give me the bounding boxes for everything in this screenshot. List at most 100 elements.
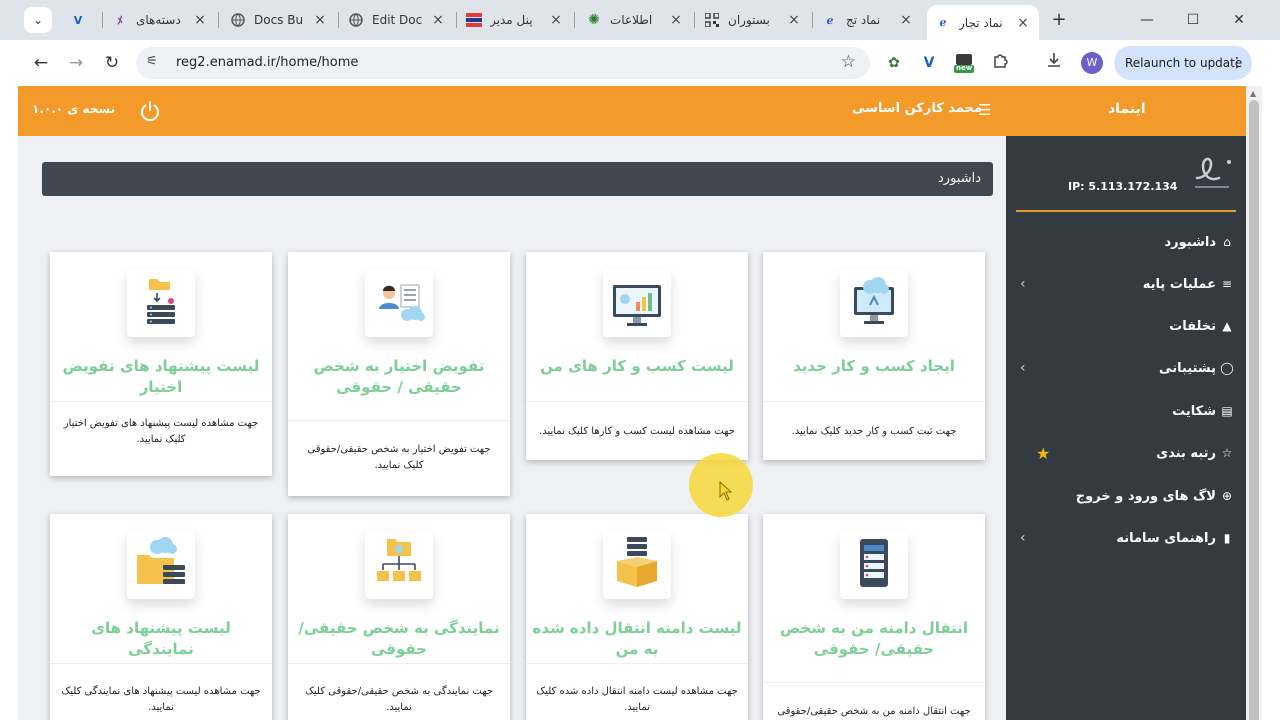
card-title[interactable]: نمایندگی به شخص حقیقی/حقوقی: [294, 618, 504, 660]
card-representation-offers[interactable]: لیست پیشنهاد های نمایندگی جهت مشاهده لیس…: [50, 514, 272, 720]
stack-icon: [466, 12, 482, 28]
close-tab-icon[interactable]: ×: [668, 12, 684, 28]
extension-icon[interactable]: ✿: [883, 52, 905, 74]
browser-tab[interactable]: Edit Doc ×: [340, 5, 454, 35]
close-tab-icon[interactable]: ×: [786, 12, 802, 28]
new-extension-icon[interactable]: new: [953, 52, 975, 74]
tab-search-button[interactable]: ⌄: [24, 7, 52, 33]
server-list-icon: [840, 531, 908, 599]
sidebar-item-login-logs[interactable]: ⊕ لاگ های ورود و خروج: [1006, 482, 1246, 512]
browser-tab[interactable]: V: [62, 5, 102, 35]
card-delegation-offers[interactable]: لیست پیشنهاد های تفویض اختیار جهت مشاهده…: [50, 252, 272, 476]
browser-tab[interactable]: ✺ اطلاعات ×: [578, 5, 692, 35]
extensions-puzzle-icon[interactable]: [990, 52, 1012, 74]
card-title[interactable]: لیست پیشنهاد های نمایندگی: [56, 618, 266, 660]
tab-title: نماد تجار: [959, 15, 1003, 30]
card-create-business[interactable]: ایجاد کسب و کار جدید جهت ثبت کسب و کار ج…: [763, 252, 985, 460]
star-outline-icon: ☆: [1221, 446, 1233, 460]
close-tab-icon[interactable]: ×: [898, 12, 914, 28]
tab-title: دسته‌های: [136, 13, 181, 27]
scrollbar-thumb[interactable]: [1249, 100, 1259, 720]
box-server-icon: [603, 531, 671, 599]
card-description: جهت ثبت کسب و کار جدید کلیک نمایید.: [791, 426, 957, 437]
enamad-logo: [1195, 157, 1231, 188]
card-description: جهت مشاهده لیست پیشنهاد های تفویض اختیار…: [63, 418, 259, 445]
close-tab-icon[interactable]: ×: [192, 12, 208, 28]
browser-tab-active[interactable]: ℯ نماد تجار ×: [927, 5, 1039, 40]
card-description: جهت تفویض اختیار به شخص حقیقی/حقوقی کلیک…: [307, 444, 491, 471]
sidebar-item-label: رتبه بندی: [1156, 446, 1216, 461]
address-bar[interactable]: ⚟ reg2.enamad.ir/home/home ☆: [136, 47, 870, 79]
card-transferred-domains[interactable]: لیست دامنه انتقال داده شده به من جهت مشا…: [526, 514, 748, 720]
relaunch-button[interactable]: Relaunch to update ⋮: [1114, 46, 1252, 80]
site-info-icon[interactable]: ⚟: [146, 54, 158, 69]
card-description: جهت انتقال دامنه من به شخص حقیقی/حقوقی ک…: [777, 706, 971, 717]
brand-title[interactable]: اینماد: [1108, 101, 1146, 117]
sidebar-item-system-guide[interactable]: ‹ ▮ راهنمای سامانه: [1006, 524, 1246, 554]
card-title[interactable]: لیست دامنه انتقال داده شده به من: [532, 618, 742, 660]
bookmark-star-icon[interactable]: ☆: [841, 52, 856, 72]
back-button[interactable]: ←: [29, 51, 53, 75]
browser-tab[interactable]: ﾒ دسته‌های ×: [104, 5, 216, 35]
sidebar-item-basic-operations[interactable]: ‹ ≡ عملیات پایه: [1006, 270, 1246, 300]
hamburger-icon[interactable]: ☰: [978, 101, 991, 119]
browser-tab[interactable]: Docs Bu ×: [222, 5, 336, 35]
power-icon[interactable]: [138, 99, 162, 123]
close-tab-icon[interactable]: ×: [1015, 15, 1031, 31]
card-representation[interactable]: نمایندگی به شخص حقیقی/حقوقی جهت نمایندگی…: [288, 514, 510, 720]
card-title[interactable]: انتقال دامنه من به شخص حقیقی/ حقوقی: [769, 618, 979, 660]
globe-icon: [230, 12, 246, 28]
tab-title: بستوران: [728, 13, 770, 27]
gear-icon: ✺: [588, 12, 600, 28]
close-tab-icon[interactable]: ×: [548, 12, 564, 28]
version-label: نسخه ی ۱.۰.۰: [32, 102, 116, 116]
download-icon[interactable]: [1043, 52, 1065, 74]
page-scrollbar[interactable]: ▲: [1246, 86, 1262, 720]
reload-button[interactable]: ↻: [100, 51, 124, 75]
browser-tab[interactable]: بستوران ×: [696, 5, 810, 35]
qr-icon: [704, 12, 720, 28]
card-title[interactable]: تفویض اختیار به شخص حقیقی / حقوقی: [294, 356, 504, 398]
sidebar-item-label: تخلفات: [1169, 319, 1216, 334]
minimize-button[interactable]: —: [1132, 8, 1162, 32]
sidebar-item-ranking[interactable]: ★ ☆ رتبه بندی: [1006, 439, 1246, 469]
close-tab-icon[interactable]: ×: [430, 12, 446, 28]
card-title[interactable]: لیست کسب و کار های من: [532, 356, 742, 377]
tab-title: Docs Bu: [254, 13, 304, 27]
browser-tab[interactable]: ℯ نماد تج ×: [814, 5, 922, 35]
close-tab-icon[interactable]: ×: [312, 12, 328, 28]
file-icon: ▮: [1223, 531, 1231, 545]
plus-circle-icon: ⊕: [1221, 489, 1233, 503]
card-title[interactable]: ایجاد کسب و کار جدید: [769, 356, 979, 377]
new-tab-button[interactable]: +: [1047, 8, 1071, 32]
relaunch-label: Relaunch to update: [1125, 56, 1243, 70]
forward-button[interactable]: →: [64, 51, 88, 75]
sidebar-item-label: شکایت: [1172, 404, 1216, 419]
profile-avatar[interactable]: W: [1081, 52, 1103, 74]
card-delegate-authority[interactable]: تفویض اختیار به شخص حقیقی / حقوقی جهت تف…: [288, 252, 510, 496]
card-my-businesses[interactable]: لیست کسب و کار های من جهت مشاهده لیست کس…: [526, 252, 748, 460]
card-transfer-domain[interactable]: انتقال دامنه من به شخص حقیقی/ حقوقی جهت …: [763, 514, 985, 720]
chevron-left-icon: ‹: [1020, 276, 1026, 292]
sidebar-item-dashboard[interactable]: ⌂ داشبورد: [1006, 228, 1246, 258]
url-text[interactable]: reg2.enamad.ir/home/home: [176, 55, 358, 70]
app-top-bar: نسخه ی ۱.۰.۰ محمد کارکن اساسی ☰ اینماد: [18, 86, 1246, 136]
sidebar-item-label: عملیات پایه: [1142, 277, 1216, 292]
browser-tab[interactable]: پنل مدیر ×: [458, 5, 572, 35]
sidebar: IP: 5.113.172.134 ⌂ داشبورد ‹ ≡ عملیات پ…: [1006, 136, 1246, 720]
card-title[interactable]: لیست پیشنهاد های تفویض اختیار: [56, 356, 266, 398]
user-name[interactable]: محمد کارکن اساسی: [852, 101, 982, 116]
maximize-button[interactable]: ☐: [1178, 8, 1208, 32]
tab-title: نماد تج: [846, 13, 881, 27]
more-menu-icon[interactable]: ⋮: [1230, 46, 1244, 80]
warning-icon: ▲: [1222, 319, 1232, 333]
sidebar-item-complaint[interactable]: ▤ شکایت: [1006, 397, 1246, 427]
chat-icon: ◯: [1220, 361, 1234, 375]
sidebar-divider: [1016, 210, 1236, 212]
v-extension-icon[interactable]: V: [918, 52, 940, 74]
card-description: جهت مشاهده لیست کسب و کارها کلیک نمایید.: [539, 426, 735, 437]
scroll-up-icon[interactable]: ▲: [1250, 89, 1256, 98]
sidebar-item-support[interactable]: ‹ ◯ پشتیبانی: [1006, 354, 1246, 384]
sidebar-item-violations[interactable]: ▲ تخلفات: [1006, 312, 1246, 342]
close-window-button[interactable]: ✕: [1224, 8, 1254, 32]
